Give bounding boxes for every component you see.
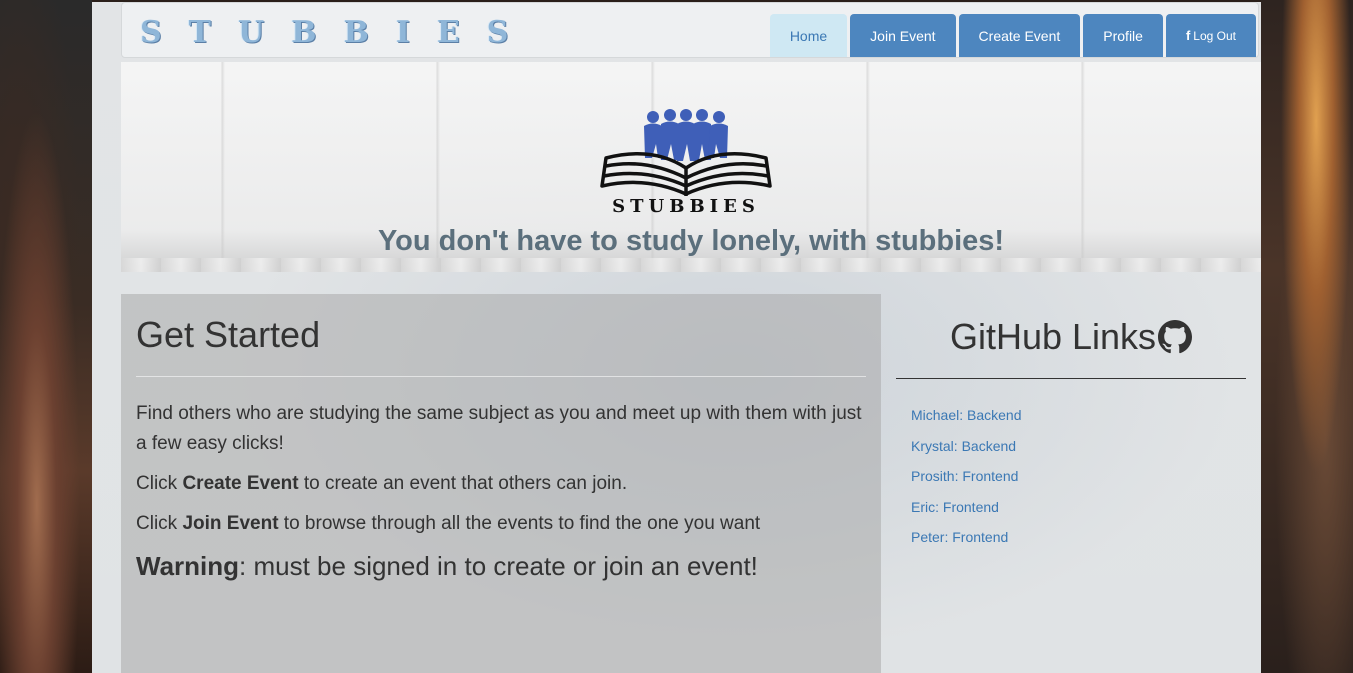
hero-banner: STUBBIES You don't have to study lonely,… — [121, 62, 1261, 272]
github-panel: GitHub Links Michael: Backend Krystal: B… — [896, 294, 1246, 673]
github-title: GitHub Links — [896, 316, 1246, 379]
nav-profile[interactable]: Profile — [1083, 14, 1163, 57]
hero-tagline: You don't have to study lonely, with stu… — [377, 225, 1005, 257]
signin-warning: Warning: must be signed in to create or … — [136, 551, 758, 581]
github-link-peter[interactable]: Peter: Frontend — [911, 527, 1246, 547]
navbar: STUBBIES Home Join Event Create Event Pr… — [121, 2, 1259, 58]
facebook-icon: f — [1185, 28, 1191, 43]
github-link-krystal[interactable]: Krystal: Backend — [911, 436, 1246, 456]
nav-logout[interactable]: f Log Out — [1165, 14, 1256, 57]
page-container: STUBBIES Home Join Event Create Event Pr… — [92, 2, 1261, 673]
hero-page-edges — [121, 258, 1261, 272]
background-photo-right — [1261, 0, 1353, 673]
github-link-eric[interactable]: Eric: Frontend — [911, 497, 1246, 517]
get-started-panel: Get Started Find others who are studying… — [121, 294, 881, 673]
get-started-title: Get Started — [136, 314, 866, 377]
stubbies-book-logo: STUBBIES — [600, 109, 772, 216]
github-link-michael[interactable]: Michael: Backend — [911, 405, 1246, 425]
logout-label: Log Out — [1193, 28, 1236, 43]
github-links-list: Michael: Backend Krystal: Backend Prosit… — [896, 405, 1246, 547]
get-started-intro: Find others who are studying the same su… — [136, 403, 862, 454]
github-link-prosith[interactable]: Prosith: Frontend — [911, 466, 1246, 486]
join-event-instruction: Click Join Event to browse through all t… — [136, 513, 761, 534]
create-event-instruction: Click Create Event to create an event th… — [136, 473, 628, 494]
nav-home[interactable]: Home — [769, 14, 848, 57]
github-icon — [1158, 320, 1193, 354]
nav-join-event[interactable]: Join Event — [850, 14, 956, 57]
nav-create-event[interactable]: Create Event — [958, 14, 1081, 57]
logo-text: STUBBIES — [612, 196, 760, 216]
brand-logo[interactable]: STUBBIES — [140, 15, 535, 50]
nav-menu: Home Join Event Create Event Profile f L… — [769, 14, 1256, 57]
background-photo-left — [0, 0, 92, 673]
